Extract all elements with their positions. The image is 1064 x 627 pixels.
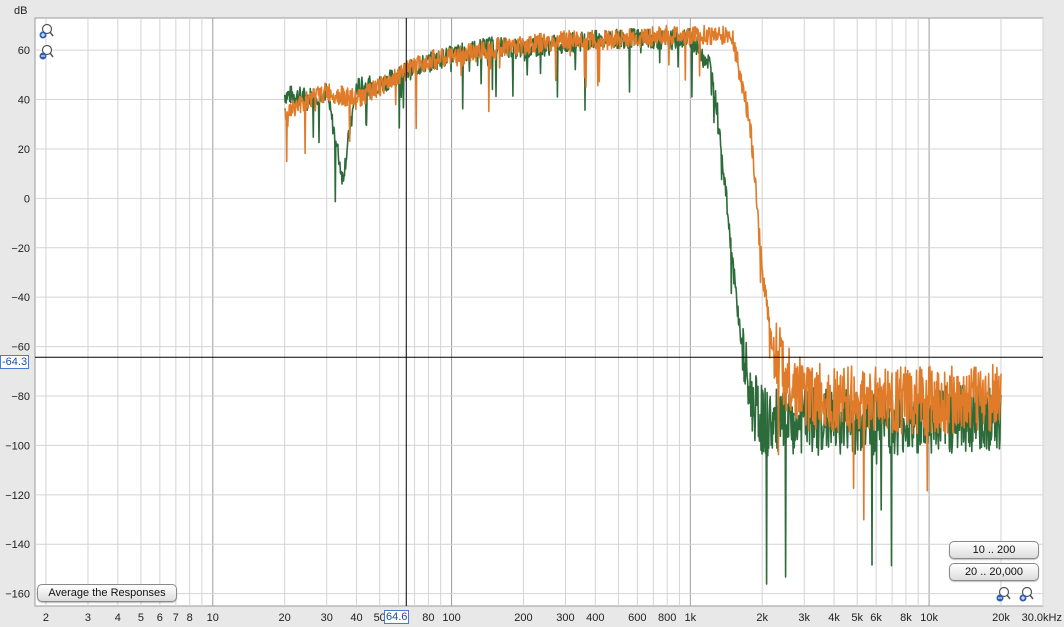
y-tick-label: −60 [11,342,30,354]
x-tick-label: 300 [556,612,574,624]
y-tick-label: −20 [11,243,30,255]
x-tick-label: 30 [321,612,333,624]
x-axis-end-label: 30.0kHz [1022,612,1062,624]
x-tick-label: 3 [85,612,91,624]
range-10-200-button[interactable]: 10 .. 200 [949,541,1039,559]
x-tick-label: 200 [514,612,532,624]
x-tick-label: 8k [900,612,912,624]
x-tick-label: 2 [43,612,49,624]
zoom-out-icon[interactable] [995,586,1011,604]
cursor-x-readout: 64.6 [384,610,410,624]
frequency-response-chart[interactable]: 6040200−20−40−60−80−100−120−140−160 2345… [0,0,1064,627]
zoom-in-icon[interactable] [38,23,54,41]
x-tick-label: 400 [586,612,604,624]
y-tick-label: −100 [5,440,30,452]
average-responses-button[interactable]: Average the Responses [37,584,177,602]
x-tick-label: 800 [658,612,676,624]
x-tick-label: 7 [173,612,179,624]
x-tick-label: 1k [685,612,697,624]
y-axis-ticks: 60 40 20 0 −20 −40 −60 −80 −100 −120 −140 −160 [5,45,30,601]
x-tick-label: 80 [422,612,434,624]
x-tick-label: 10 [207,612,219,624]
x-tick-label: 2k [756,612,768,624]
zoom-in-icon[interactable] [1018,586,1034,604]
x-tick-label: 8 [187,612,193,624]
x-tick-label: 100 [442,612,460,624]
x-tick-label: 3k [798,612,810,624]
x-tick-label: 6k [870,612,882,624]
y-tick-label: −80 [11,391,30,403]
y-tick-label: −120 [5,490,30,502]
x-tick-label: 10k [920,612,938,624]
x-tick-label: 5 [138,612,144,624]
y-tick-label: 0 [24,193,30,205]
y-tick-label: −160 [5,589,30,601]
x-tick-label: 5k [851,612,863,624]
x-axis-ticks: 2 3 4 5 6 7 8 10 20 30 40 50 80 100 200 300 400 600 800 1k 2… [43,612,1010,624]
y-tick-label: 20 [18,144,30,156]
y-tick-label: 60 [18,45,30,57]
x-tick-label: 4 [115,612,121,624]
x-tick-label: 4k [828,612,840,624]
x-tick-label: 20 [279,612,291,624]
range-20-20000-button[interactable]: 20 .. 20,000 [949,563,1039,581]
zoom-out-icon[interactable] [38,44,54,62]
x-tick-label: 600 [628,612,646,624]
cursor-y-readout: -64.3 [0,355,30,369]
x-tick-label: 6 [157,612,163,624]
y-tick-label: −140 [5,539,30,551]
x-tick-label: 20k [992,612,1010,624]
y-tick-label: 40 [18,95,30,107]
x-tick-label: 40 [350,612,362,624]
y-tick-label: −40 [11,292,30,304]
y-axis-label: dB [14,5,27,17]
